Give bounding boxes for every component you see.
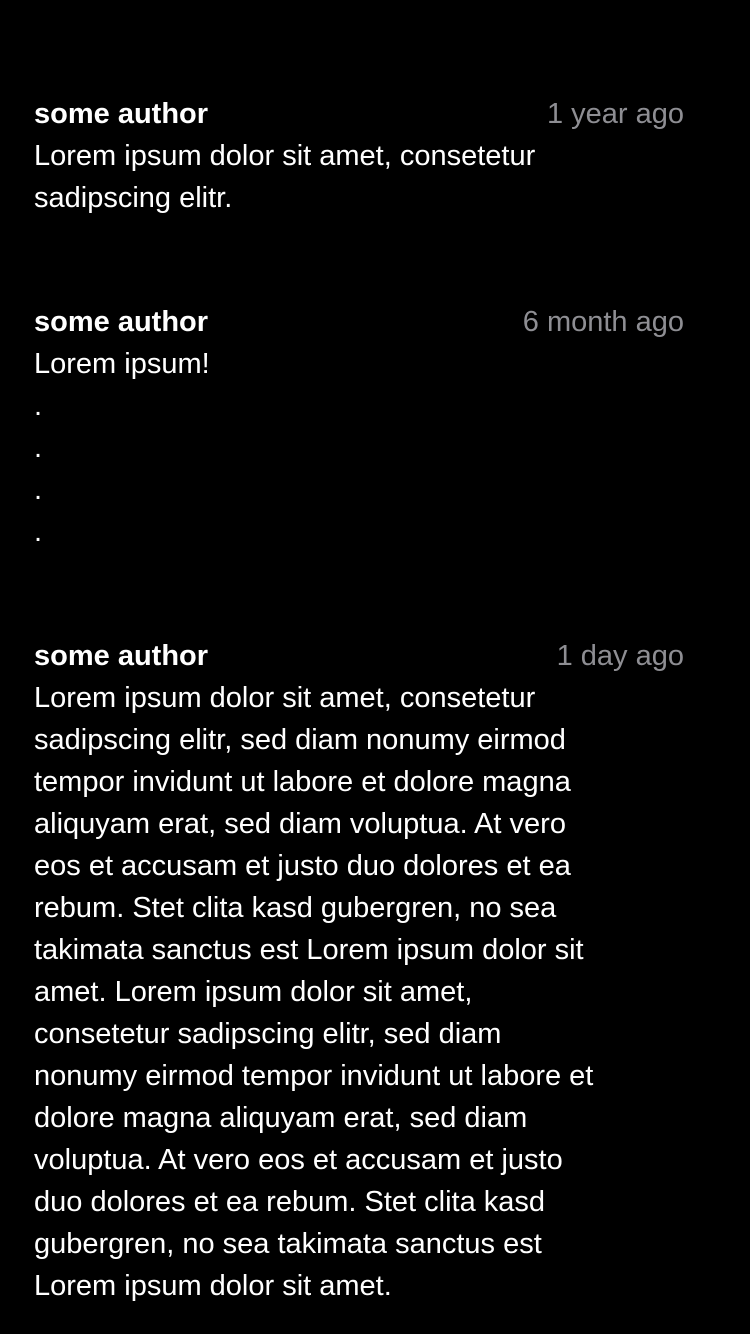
- comment-timestamp: 1 year ago: [546, 98, 684, 130]
- comment-header: some author 1 year ago: [34, 93, 684, 135]
- comment-text: Lorem ipsum dolor sit amet, consetetur s…: [34, 140, 536, 214]
- comment-author[interactable]: some author: [34, 301, 208, 343]
- comment-timestamp: 6 month ago: [522, 306, 684, 338]
- comment-text: Lorem ipsum! . . . .: [34, 348, 210, 548]
- comment-item: some author 1 day ago Lorem ipsum dolor …: [34, 635, 684, 1307]
- comment-author[interactable]: some author: [34, 93, 208, 135]
- comment-text: Lorem ipsum dolor sit amet, consetetur s…: [34, 682, 594, 1302]
- comment-header: some author 6 month ago: [34, 301, 684, 343]
- comment-item: some author 6 month ago Lorem ipsum! . .…: [34, 301, 684, 553]
- comment-author[interactable]: some author: [34, 635, 208, 677]
- comment-item: some author 1 year ago Lorem ipsum dolor…: [34, 93, 684, 219]
- comment-timestamp: 1 day ago: [556, 640, 684, 672]
- comment-header: some author 1 day ago: [34, 635, 684, 677]
